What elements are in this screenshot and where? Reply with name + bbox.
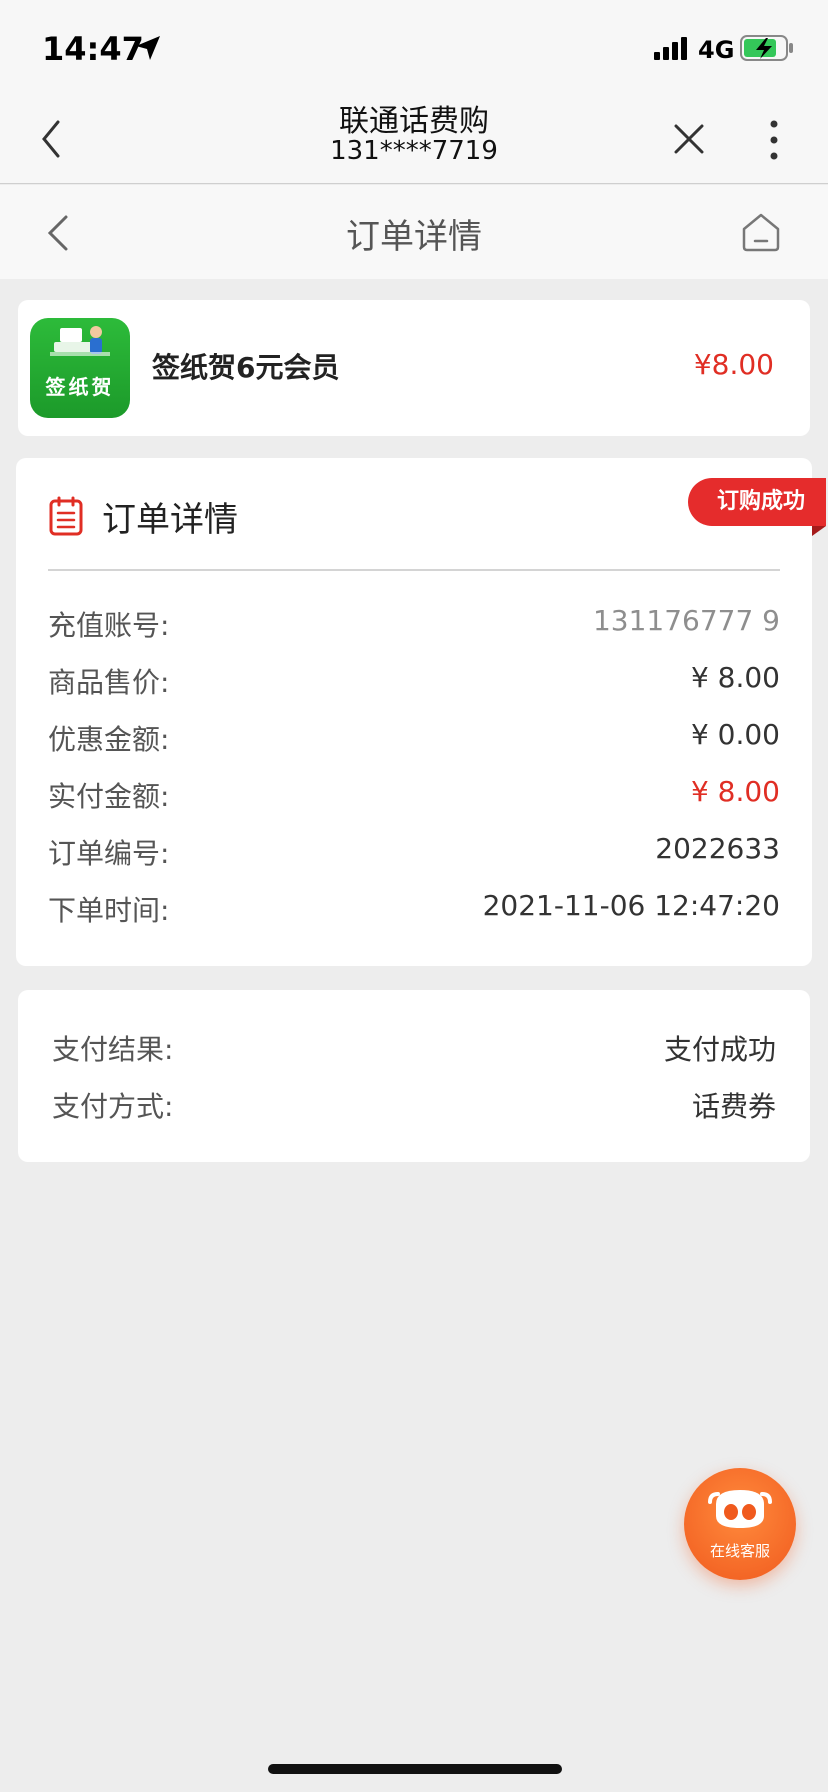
row-value-order-number: 2022633 bbox=[655, 832, 780, 865]
service-robot-icon bbox=[708, 1490, 772, 1528]
row-paid: 实付金额: ¥ 8.00 bbox=[48, 775, 780, 815]
row-label: 充值账号: bbox=[48, 609, 170, 642]
logo-illustration-icon bbox=[50, 326, 110, 356]
row-price: 商品售价: ¥ 8.00 bbox=[48, 661, 780, 701]
divider bbox=[48, 569, 780, 571]
logo-text: 签纸贺 bbox=[45, 375, 115, 399]
row-value-account: 131176777 9 bbox=[592, 604, 780, 637]
row-pay-method: 支付方式: 话费券 bbox=[52, 1085, 776, 1125]
row-label: 订单编号: bbox=[48, 837, 170, 870]
product-logo: 签纸贺 bbox=[30, 318, 130, 418]
page-title: 订单详情 bbox=[346, 217, 482, 257]
order-detail-heading: 订单详情 bbox=[102, 500, 238, 540]
row-value-order-time: 2021-11-06 12:47:20 bbox=[482, 889, 780, 922]
network-type: 4G bbox=[698, 36, 735, 64]
status-bar: 14:47 4G bbox=[0, 0, 828, 92]
row-label: 商品售价: bbox=[48, 666, 170, 699]
row-label: 支付方式: bbox=[52, 1090, 174, 1123]
row-order-number: 订单编号: 2022633 bbox=[48, 832, 780, 872]
row-value-price: ¥ 8.00 bbox=[690, 661, 780, 694]
home-icon[interactable] bbox=[740, 211, 782, 253]
row-value-paid: ¥ 8.00 bbox=[690, 775, 780, 808]
payment-card: 支付结果: 支付成功 支付方式: 话费券 bbox=[18, 990, 810, 1162]
service-label: 在线客服 bbox=[709, 1542, 770, 1560]
row-discount: 优惠金额: ¥ 0.00 bbox=[48, 718, 780, 758]
row-label: 优惠金额: bbox=[48, 723, 170, 756]
row-label: 支付结果: bbox=[52, 1033, 174, 1066]
home-indicator[interactable] bbox=[268, 1764, 562, 1774]
product-price: ¥8.00 bbox=[693, 348, 774, 381]
app-header: 联通话费购 131****7719 bbox=[0, 92, 828, 184]
more-options-icon[interactable] bbox=[762, 118, 786, 162]
row-value-pay-method: 话费券 bbox=[691, 1090, 776, 1123]
product-card[interactable]: 签纸贺 签纸贺6元会员 ¥8.00 bbox=[18, 300, 810, 436]
row-value-pay-result: 支付成功 bbox=[663, 1033, 776, 1066]
row-label: 实付金额: bbox=[48, 780, 170, 813]
battery-charging-icon bbox=[740, 35, 793, 61]
row-account: 充值账号: 131176777 9 bbox=[48, 604, 780, 644]
row-order-time: 下单时间: 2021-11-06 12:47:20 bbox=[48, 889, 780, 929]
close-icon[interactable] bbox=[672, 122, 706, 156]
badge-ribbon-tail bbox=[812, 526, 826, 536]
row-value-discount: ¥ 0.00 bbox=[690, 718, 780, 751]
signal-icon bbox=[654, 37, 687, 60]
status-time: 14:47 bbox=[42, 30, 144, 68]
location-arrow-icon bbox=[136, 36, 160, 60]
product-name: 签纸贺6元会员 bbox=[152, 351, 340, 384]
order-list-icon bbox=[49, 496, 83, 536]
row-label: 下单时间: bbox=[48, 894, 170, 927]
status-badge-label: 订购成功 bbox=[688, 478, 826, 526]
online-service-button[interactable]: 在线客服 bbox=[684, 1468, 796, 1580]
row-pay-result: 支付结果: 支付成功 bbox=[52, 1028, 776, 1068]
status-badge: 订购成功 bbox=[688, 478, 826, 536]
order-detail-card: 订单详情 订购成功 充值账号: 131176777 9 商品售价: ¥ 8.00… bbox=[16, 458, 826, 966]
page-nav: 订单详情 bbox=[0, 185, 828, 279]
